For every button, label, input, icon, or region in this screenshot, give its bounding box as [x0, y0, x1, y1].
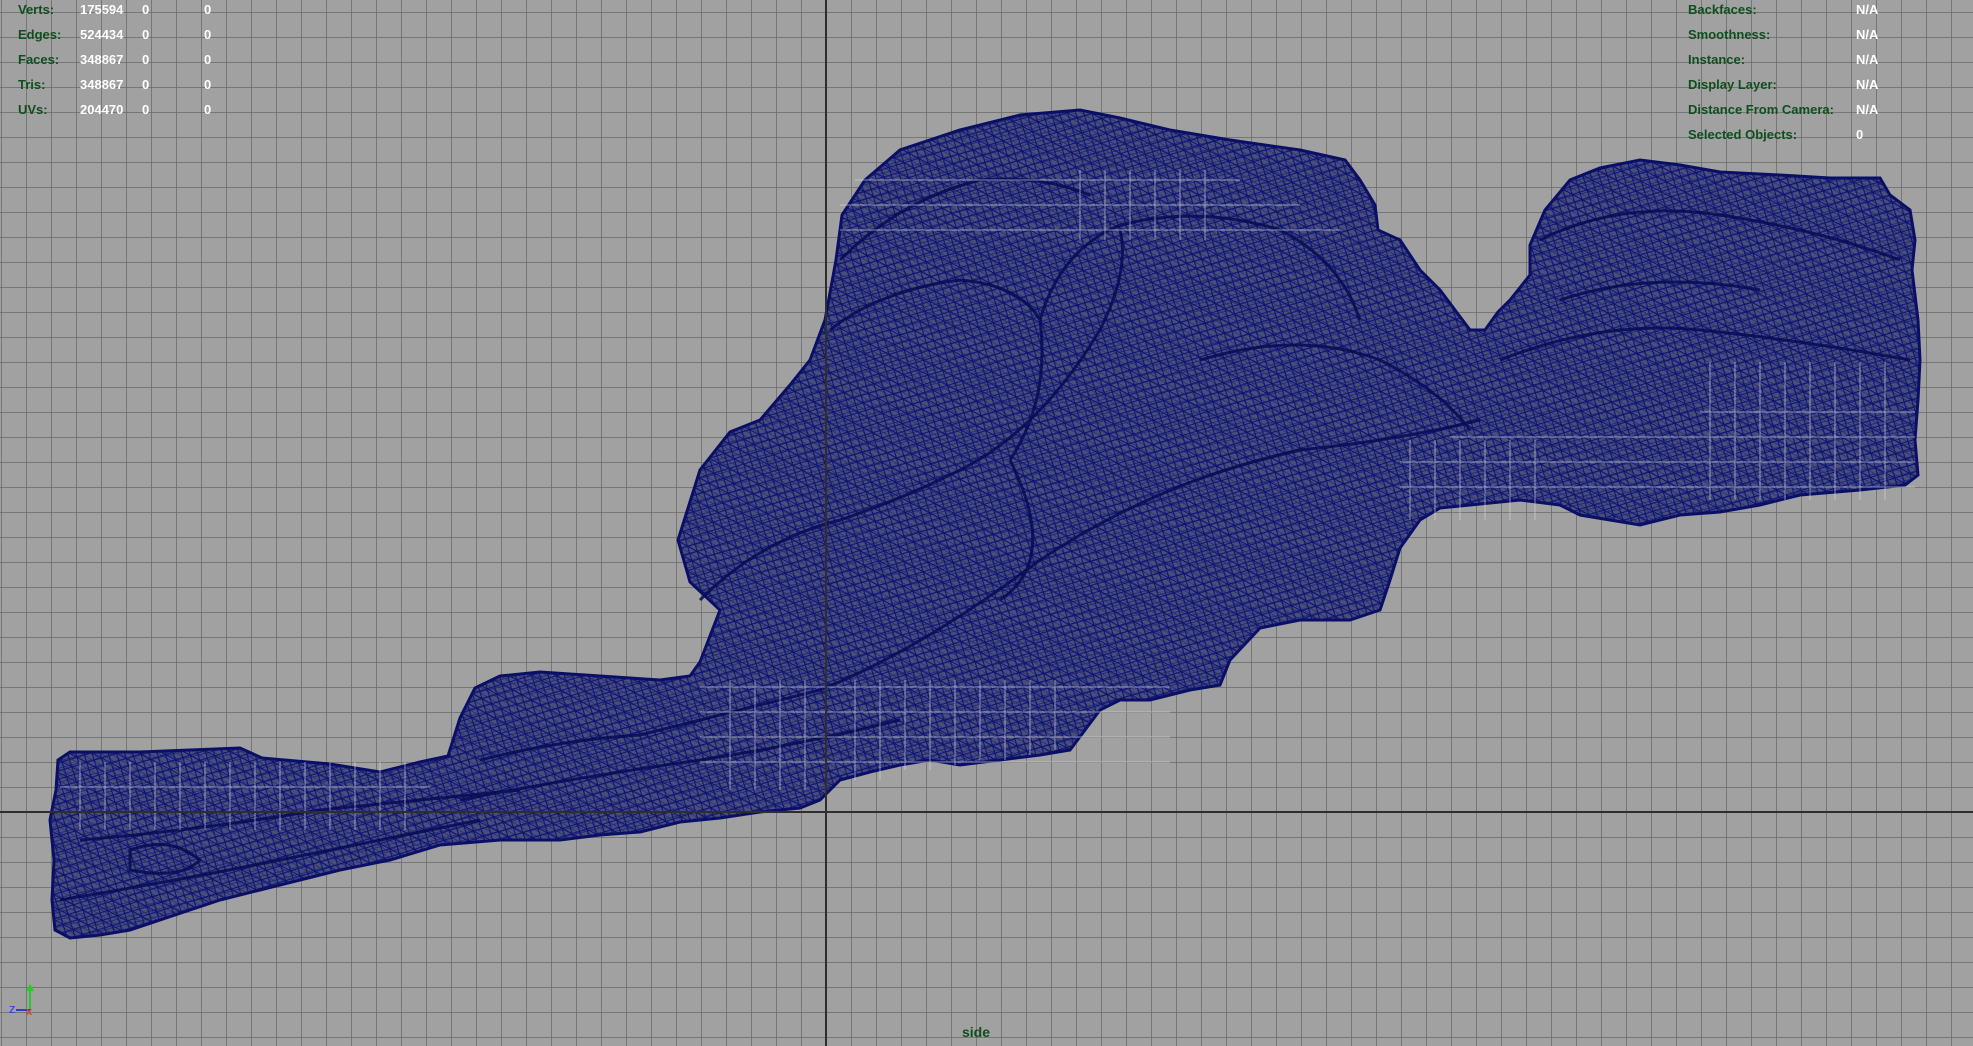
- info-label: Smoothness:: [1688, 27, 1771, 42]
- stats-value: 348867: [80, 52, 124, 67]
- info-label: Distance From Camera:: [1688, 102, 1834, 117]
- stats-value: 0: [204, 77, 212, 92]
- info-value: N/A: [1856, 52, 1879, 67]
- stats-label: Faces:: [18, 52, 60, 67]
- stats-value: 175594: [80, 2, 124, 17]
- stats-value: 0: [204, 2, 212, 17]
- stats-row-uvs: UVs: 204470 0 0: [18, 97, 248, 122]
- stats-label: Tris:: [18, 77, 46, 92]
- info-row-distance-from-camera: Distance From Camera: N/A: [1688, 97, 1948, 122]
- info-row-smoothness: Smoothness: N/A: [1688, 22, 1948, 47]
- info-row-display-layer: Display Layer: N/A: [1688, 72, 1948, 97]
- y-axis-arrow-icon: [26, 984, 34, 991]
- stats-label: UVs:: [18, 102, 48, 117]
- stats-value: 0: [142, 27, 150, 42]
- stats-row-tris: Tris: 348867 0 0: [18, 72, 248, 97]
- stats-value: 348867: [80, 77, 124, 92]
- rock-mesh-wireframe[interactable]: [0, 0, 1973, 1046]
- info-value: N/A: [1856, 102, 1879, 117]
- info-row-backfaces: Backfaces: N/A: [1688, 0, 1948, 22]
- info-label: Display Layer:: [1688, 77, 1777, 92]
- axis-orientation-gizmo: z x: [9, 984, 34, 1018]
- stats-value: 0: [142, 102, 150, 117]
- info-row-instance: Instance: N/A: [1688, 47, 1948, 72]
- stats-value: 0: [204, 27, 212, 42]
- stats-value: 0: [142, 52, 150, 67]
- stats-label: Verts:: [18, 2, 55, 17]
- object-info-hud: Backfaces: N/A Smoothness: N/A Instance:…: [1688, 0, 1948, 147]
- stats-value: 0: [142, 2, 150, 17]
- stats-row-edges: Edges: 524434 0 0: [18, 22, 248, 47]
- side-viewport[interactable]: Verts: 175594 0 0 Edges: 524434 0 0 Face…: [0, 0, 1973, 1046]
- info-label: Backfaces:: [1688, 2, 1757, 17]
- stats-value: 0: [142, 77, 150, 92]
- stats-value: 524434: [80, 27, 124, 42]
- camera-view-label: side: [962, 1024, 991, 1040]
- info-label: Selected Objects:: [1688, 127, 1798, 142]
- stats-value: 0: [204, 52, 212, 67]
- stats-label: Edges:: [18, 27, 62, 42]
- stats-row-verts: Verts: 175594 0 0: [18, 0, 248, 22]
- info-label: Instance:: [1688, 52, 1746, 67]
- stats-value: 0: [204, 102, 212, 117]
- info-row-selected-objects: Selected Objects: 0: [1688, 122, 1948, 147]
- info-value: N/A: [1856, 2, 1879, 17]
- x-axis-marker-icon: x: [26, 1006, 33, 1018]
- info-value: N/A: [1856, 27, 1879, 42]
- stats-value: 204470: [80, 102, 124, 117]
- info-value: N/A: [1856, 77, 1879, 92]
- stats-row-faces: Faces: 348867 0 0: [18, 47, 248, 72]
- mesh-body: [48, 108, 1922, 940]
- info-value: 0: [1856, 127, 1864, 142]
- z-axis-label: z: [9, 1001, 16, 1016]
- poly-count-hud: Verts: 175594 0 0 Edges: 524434 0 0 Face…: [18, 0, 248, 122]
